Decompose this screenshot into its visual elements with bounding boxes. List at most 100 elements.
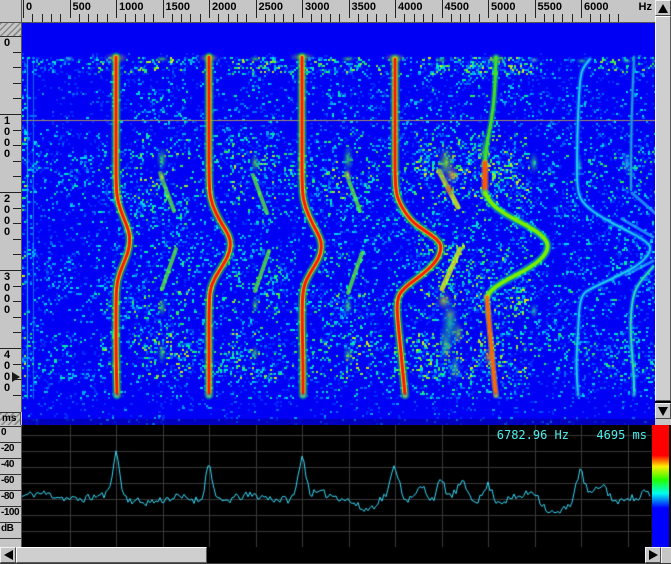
freq-ruler-label: 1500 <box>166 1 190 13</box>
freq-ruler-minor-tick <box>590 14 591 22</box>
scrollbar-corner <box>661 547 671 563</box>
db-scale-separator <box>0 490 21 491</box>
db-scale-separator <box>0 442 21 443</box>
db-scale-separator <box>0 538 21 539</box>
db-scale-label: 0 <box>1 427 6 438</box>
freq-ruler-minor-tick <box>237 14 238 22</box>
freq-ruler-tick <box>23 0 24 18</box>
freq-ruler-label: 5000 <box>491 1 515 13</box>
freq-ruler-minor-tick <box>423 14 424 22</box>
freq-ruler-label: 3500 <box>352 1 376 13</box>
freq-ruler-label: 0 <box>26 1 32 13</box>
freq-ruler-tick <box>70 0 71 18</box>
freq-ruler-minor-tick <box>88 14 89 22</box>
down-arrow-icon <box>658 407 668 416</box>
time-ruler-minor-tick <box>13 395 21 396</box>
freq-ruler-tick <box>488 0 489 18</box>
freq-ruler-minor-tick <box>190 14 191 22</box>
freq-ruler-minor-tick <box>525 14 526 22</box>
freq-ruler-tick <box>256 0 257 18</box>
time-ruler-minor-tick <box>13 52 21 53</box>
up-arrow-icon <box>658 4 668 13</box>
freq-ruler-minor-tick <box>358 14 359 22</box>
freq-ruler-minor-tick <box>293 14 294 22</box>
freq-ruler-tick <box>116 0 117 18</box>
freq-ruler-minor-tick <box>451 14 452 22</box>
freq-ruler-minor-tick <box>153 14 154 22</box>
freq-ruler-minor-tick <box>404 14 405 22</box>
freq-ruler-tick <box>209 0 210 18</box>
freq-ruler-label: 500 <box>73 1 91 13</box>
freq-ruler-minor-tick <box>497 14 498 22</box>
scroll-up-button[interactable] <box>655 0 671 16</box>
spectrogram-canvas[interactable] <box>22 23 655 425</box>
vertical-scrollbar-thumb[interactable] <box>655 16 671 401</box>
spectrum-panel[interactable]: 6782.96 Hz 4695 ms <box>22 425 651 547</box>
horizontal-scrollbar-thumb[interactable] <box>16 547 207 563</box>
db-scale-separator <box>0 506 21 507</box>
time-unit-label: ms <box>0 412 21 425</box>
freq-ruler-label: 4500 <box>445 1 469 13</box>
freq-ruler-minor-tick <box>339 14 340 22</box>
time-ruler-label: 0 <box>4 38 10 49</box>
freq-ruler-minor-tick <box>479 14 480 22</box>
freq-ruler-minor-tick <box>79 14 80 22</box>
freq-ruler-label: 1000 <box>119 1 143 13</box>
time-ruler-minor-tick <box>13 239 21 240</box>
freq-ruler-minor-tick <box>228 14 229 22</box>
frequency-ruler: Hz 0500100015002000250030003500400045005… <box>22 0 655 23</box>
freq-ruler-tick <box>535 0 536 18</box>
db-scale-label: -80 <box>1 491 14 502</box>
db-scale-separator <box>0 522 21 523</box>
time-position-marker[interactable] <box>12 372 20 382</box>
time-ruler-minor-tick <box>13 254 21 255</box>
freq-ruler-minor-tick <box>386 14 387 22</box>
colormap-legend <box>651 425 670 547</box>
freq-ruler-minor-tick <box>60 14 61 22</box>
spectrogram-view[interactable] <box>22 23 655 425</box>
freq-ruler-minor-tick <box>311 14 312 22</box>
db-scale-label: -40 <box>1 459 14 470</box>
freq-ruler-minor-tick <box>330 14 331 22</box>
scroll-right-button[interactable] <box>645 547 661 563</box>
time-ruler-minor-tick <box>13 98 21 99</box>
time-ruler-label: 1 0 0 0 <box>4 116 10 160</box>
horizontal-scrollbar[interactable] <box>0 547 671 563</box>
time-ruler-label: 2 0 0 0 <box>4 194 10 238</box>
freq-ruler-label: 4000 <box>398 1 422 13</box>
freq-ruler-minor-tick <box>144 14 145 22</box>
freq-ruler-minor-tick <box>507 14 508 22</box>
time-ruler-minor-tick <box>13 145 21 146</box>
freq-ruler-minor-tick <box>460 14 461 22</box>
frequency-unit-label: Hz <box>639 1 652 13</box>
spectrogram-analyzer-window: { "top_ruler": { "unit": "Hz", "labels":… <box>0 0 671 564</box>
freq-ruler-tick <box>581 0 582 18</box>
freq-ruler-minor-tick <box>135 14 136 22</box>
freq-ruler-tick <box>395 0 396 18</box>
freq-ruler-minor-tick <box>172 14 173 22</box>
db-scale-separator <box>0 474 21 475</box>
time-ruler-minor-tick <box>13 83 21 84</box>
time-ruler-minor-tick <box>13 208 21 209</box>
freq-ruler-label: 2000 <box>212 1 236 13</box>
vertical-scrollbar[interactable] <box>655 0 671 419</box>
freq-ruler-tick <box>349 0 350 18</box>
time-ruler: 01 0 0 02 0 0 03 0 0 04 0 0 0 <box>0 23 22 412</box>
freq-ruler-minor-tick <box>265 14 266 22</box>
scroll-down-button[interactable] <box>655 403 671 419</box>
ruler-corner-box <box>0 0 22 23</box>
freq-ruler-minor-tick <box>572 14 573 22</box>
scroll-left-button[interactable] <box>0 547 16 563</box>
db-scale-separator <box>0 458 21 459</box>
freq-ruler-minor-tick <box>469 14 470 22</box>
freq-ruler-minor-tick <box>283 14 284 22</box>
freq-ruler-minor-tick <box>562 14 563 22</box>
freq-ruler-tick <box>302 0 303 18</box>
freq-ruler-minor-tick <box>42 14 43 22</box>
freq-ruler-minor-tick <box>274 14 275 22</box>
time-ruler-minor-tick <box>13 67 21 68</box>
spectrum-canvas[interactable] <box>22 425 651 547</box>
time-ruler-minor-tick <box>13 364 21 365</box>
time-ruler-minor-tick <box>13 286 21 287</box>
time-ruler-minor-tick <box>13 223 21 224</box>
